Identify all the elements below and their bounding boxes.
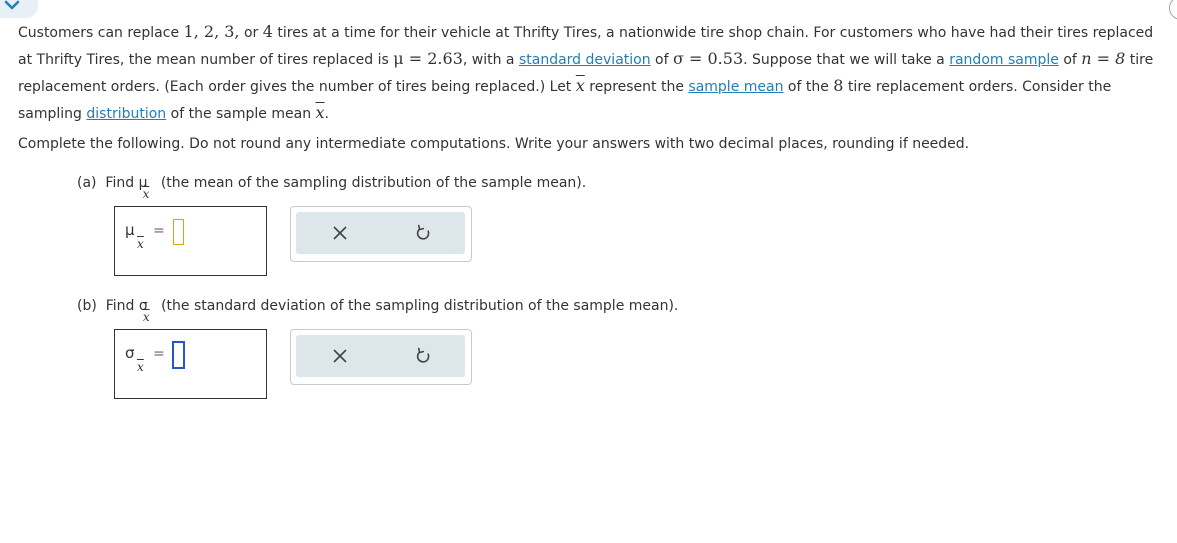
- text: of the: [783, 79, 834, 95]
- xbar-subscript: x: [137, 360, 144, 374]
- mu-value: μ = 2.63: [393, 49, 463, 68]
- part-a-prompt: (a) Find μx (the mean of the sampling di…: [77, 175, 587, 201]
- find-text: Find: [105, 298, 135, 314]
- xbar-subscript: x: [137, 237, 144, 251]
- math-numbers: 1, 2, 3,: [183, 22, 240, 41]
- greek-symbol: μ: [125, 221, 135, 239]
- text: or: [239, 25, 263, 41]
- sigma-value: σ = 0.53: [673, 49, 744, 68]
- distribution-link[interactable]: distribution: [86, 106, 166, 122]
- text: represent the: [584, 79, 689, 95]
- undo-icon: [416, 347, 430, 363]
- instructions: Complete the following. Do not round any…: [18, 136, 970, 152]
- sample-mean-link[interactable]: sample mean: [688, 79, 783, 95]
- part-label: (a): [77, 175, 97, 191]
- random-sample-link[interactable]: random sample: [949, 52, 1059, 68]
- xbar-symbol: x: [315, 103, 325, 122]
- answer-box-b: σ x =: [114, 329, 267, 399]
- part-description: (the mean of the sampling distribution o…: [160, 175, 587, 191]
- xbar-subscript: x: [142, 187, 150, 201]
- answer-input-a[interactable]: [173, 219, 184, 245]
- equation-label: μ x =: [125, 221, 165, 251]
- text: of: [650, 52, 673, 68]
- text: Customers can replace: [18, 25, 184, 41]
- tool-bar: [296, 212, 465, 254]
- text: of the sample mean: [166, 106, 316, 122]
- collapse-toggle-button[interactable]: [0, 0, 38, 18]
- find-text: Find: [105, 175, 135, 191]
- text: replacement orders. (Each order gives th…: [18, 79, 576, 95]
- greek-symbol: σ: [125, 344, 135, 362]
- tool-bar: [296, 335, 465, 377]
- equation-label: σ x =: [125, 344, 165, 374]
- mu-xbar-symbol: μx: [139, 175, 150, 201]
- x-icon: [333, 349, 347, 363]
- equals-sign: =: [153, 346, 165, 362]
- standard-deviation-link[interactable]: standard deviation: [519, 52, 651, 68]
- answer-box-a: μ x =: [114, 206, 267, 276]
- text: tires at a time for their vehicle at Thr…: [272, 25, 1154, 41]
- chevron-down-icon: [4, 0, 20, 10]
- tool-panel-a: [290, 206, 472, 262]
- text: . Suppose that we will take a: [743, 52, 950, 68]
- clear-button[interactable]: [330, 223, 350, 243]
- text: , with a: [462, 52, 519, 68]
- text: tire replacement orders. Consider the: [843, 79, 1112, 95]
- part-description: (the standard deviation of the sampling …: [161, 298, 679, 314]
- xbar-symbol: x: [575, 76, 585, 95]
- answer-input-b[interactable]: [173, 342, 184, 368]
- problem-statement: Customers can replace 1, 2, 3, or 4 tire…: [18, 19, 1158, 127]
- side-panel-circle-button[interactable]: [1169, 0, 1177, 20]
- part-label: (b): [77, 298, 97, 314]
- x-icon: [333, 226, 347, 240]
- undo-button[interactable]: [413, 346, 433, 366]
- equals-sign: =: [153, 223, 165, 239]
- undo-button[interactable]: [413, 223, 433, 243]
- text: sampling: [18, 106, 87, 122]
- math-number: 4: [262, 22, 273, 41]
- text: tire: [1125, 52, 1154, 68]
- undo-icon: [416, 224, 430, 240]
- math-number: 8: [833, 76, 844, 95]
- xbar-subscript: x: [142, 310, 150, 324]
- tool-panel-b: [290, 329, 472, 385]
- text: .: [324, 106, 329, 122]
- text: at Thrifty Tires, the mean number of tir…: [18, 52, 394, 68]
- n-value: n = 8: [1081, 49, 1126, 68]
- sigma-xbar-symbol: σx: [139, 298, 150, 324]
- part-b-prompt: (b) Find σx (the standard deviation of t…: [77, 298, 679, 324]
- clear-button[interactable]: [330, 346, 350, 366]
- text: of: [1058, 52, 1082, 68]
